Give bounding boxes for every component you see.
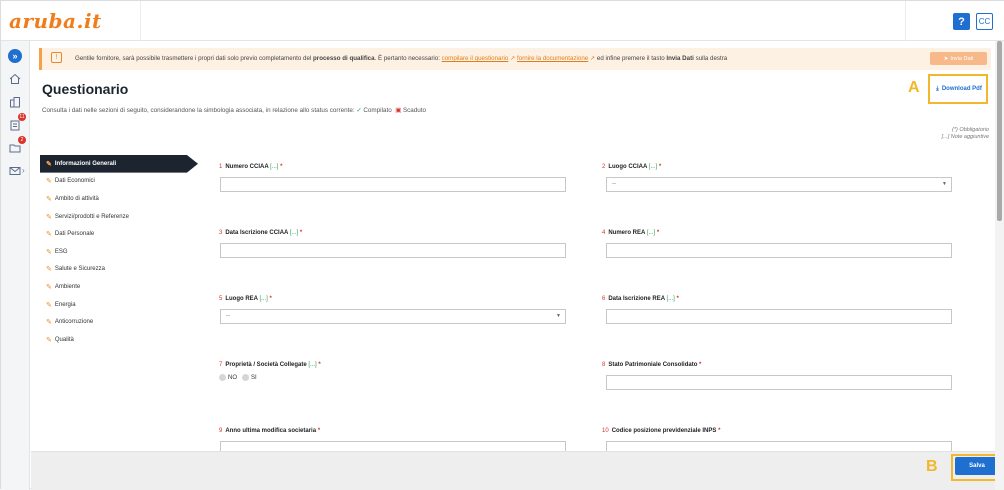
pencil-icon: ✎ [46, 301, 52, 309]
compile-questionnaire-link[interactable]: compilare il questionario [442, 55, 509, 62]
nav-item-servizi-prodotti[interactable]: ✎ Servizi/prodotti e Referenze [40, 208, 210, 226]
divider [905, 1, 906, 41]
nav-item-energia[interactable]: ✎ Energia [40, 296, 210, 314]
aruba-logo[interactable]: aruba.it [9, 9, 102, 33]
highlight-box-b [951, 454, 999, 481]
pencil-icon: ✎ [46, 336, 52, 344]
chevron-down-icon: ▼ [942, 181, 947, 187]
qualification-banner: ! Gentile fornitore, sarà possibile tras… [39, 48, 991, 70]
luogo-rea-select[interactable]: -- ▼ [220, 309, 566, 324]
nav-item-dati-economici[interactable]: ✎ Dati Economici [40, 173, 210, 191]
notification-badge: 2 [18, 136, 26, 144]
field-stato-patrimoniale: 8 Stato Patrimoniale Consolidato * [602, 362, 952, 390]
highlight-box-a [928, 74, 988, 104]
radio-group: NO SI [219, 374, 257, 381]
send-data-button[interactable]: ➤ Invia Dati [930, 52, 987, 65]
field-numero-rea: 4 Numero REA [...] * [602, 230, 952, 258]
chevron-down-icon: ▼ [556, 313, 561, 319]
scrollbar-thumb[interactable] [997, 41, 1002, 221]
banner-text: Gentile fornitore, sarà possibile trasme… [75, 55, 728, 62]
pencil-icon: ✎ [46, 266, 52, 274]
pencil-icon: ✎ [46, 319, 52, 327]
data-iscrizione-rea-input[interactable] [606, 309, 952, 324]
provide-documentation-link[interactable]: fornire la documentazione [517, 55, 588, 62]
folder-icon[interactable]: 2 [7, 136, 26, 156]
check-icon: ✓ [356, 107, 362, 114]
legend: (*) Obbligatorio [...] Note aggiuntive [941, 127, 989, 140]
pencil-icon: ✎ [46, 160, 52, 168]
nav-item-informazioni-generali[interactable]: ✎ Informazioni Generali [40, 155, 198, 173]
app-window: aruba.it ? CC » 11 2 › ! Gentile fornito… [0, 0, 1004, 490]
radio-si[interactable]: SI [242, 374, 257, 381]
page-subtitle: Consulta i dati nelle sezioni di seguito… [42, 107, 427, 114]
numero-cciaa-input[interactable] [220, 177, 566, 192]
nav-item-dati-personale[interactable]: ✎ Dati Personale [40, 225, 210, 243]
home-icon[interactable] [7, 71, 23, 87]
anno-modifica-input[interactable] [220, 441, 566, 451]
pencil-icon: ✎ [46, 213, 52, 221]
codice-inps-input[interactable] [606, 441, 952, 451]
luogo-cciaa-select[interactable]: -- ▼ [606, 177, 952, 192]
notification-badge: 11 [18, 113, 26, 121]
bottom-bar [31, 451, 995, 490]
nav-item-salute-sicurezza[interactable]: ✎ Salute e Sicurezza [40, 261, 210, 279]
message-icon: ! [51, 52, 62, 63]
calendar-expired-icon: ▣ [395, 107, 402, 114]
radio-no[interactable]: NO [219, 374, 237, 381]
field-data-iscrizione-cciaa: 3 Data Iscrizione CCIAA [...] * [219, 230, 566, 258]
nav-item-esg[interactable]: ✎ ESG [40, 243, 210, 261]
field-luogo-rea: 5 Luogo REA [...] * -- ▼ [219, 296, 566, 324]
section-nav: ✎ Informazioni Generali ✎ Dati Economici ✎… [40, 155, 210, 349]
send-icon: ➤ [943, 55, 949, 62]
top-bar: aruba.it ? CC [1, 1, 1004, 41]
pencil-icon: ✎ [46, 283, 52, 291]
building-icon[interactable] [7, 94, 23, 110]
nav-item-ambiente[interactable]: ✎ Ambiente [40, 278, 210, 296]
help-button[interactable]: ? [953, 13, 970, 30]
annotation-letter-a: A [908, 79, 920, 96]
divider [140, 1, 141, 41]
nav-item-anticorruzione[interactable]: ✎ Anticorruzione [40, 313, 210, 331]
user-avatar[interactable]: CC [976, 13, 993, 30]
mail-icon[interactable] [7, 163, 23, 179]
field-proprieta-societa-collegate: 7 Proprietà / Società Collegate [...] * N… [219, 362, 321, 382]
chevron-right-icon[interactable]: › [22, 166, 25, 175]
page-title: Questionario [42, 81, 129, 97]
pencil-icon: ✎ [46, 178, 52, 186]
data-iscrizione-cciaa-input[interactable] [220, 243, 566, 258]
sidebar: » 11 2 › [1, 41, 30, 490]
field-anno-modifica: 9 Anno ultima modifica societaria * [219, 428, 566, 451]
numero-rea-input[interactable] [606, 243, 952, 258]
nav-item-qualita[interactable]: ✎ Qualità [40, 331, 210, 349]
pencil-icon: ✎ [46, 231, 52, 239]
field-codice-inps: 10 Codice posizione previdenziale INPS * [602, 428, 952, 451]
field-luogo-cciaa: 2 Luogo CCIAA [...] * -- ▼ [602, 164, 952, 192]
main-content: ! Gentile fornitore, sarà possibile tras… [31, 41, 995, 451]
expand-sidebar-icon[interactable]: » [8, 49, 22, 63]
pencil-icon: ✎ [46, 248, 52, 256]
clipboard-icon[interactable]: 11 [7, 113, 26, 133]
annotation-letter-b: B [926, 458, 938, 475]
field-data-iscrizione-rea: 6 Data Iscrizione REA [...] * [602, 296, 952, 324]
pencil-icon: ✎ [46, 195, 52, 203]
stato-patrimoniale-input[interactable] [606, 375, 952, 390]
field-numero-cciaa: 1 Numero CCIAA [...] * [219, 164, 566, 192]
nav-item-ambito-attivita[interactable]: ✎ Ambito di attività [40, 190, 210, 208]
